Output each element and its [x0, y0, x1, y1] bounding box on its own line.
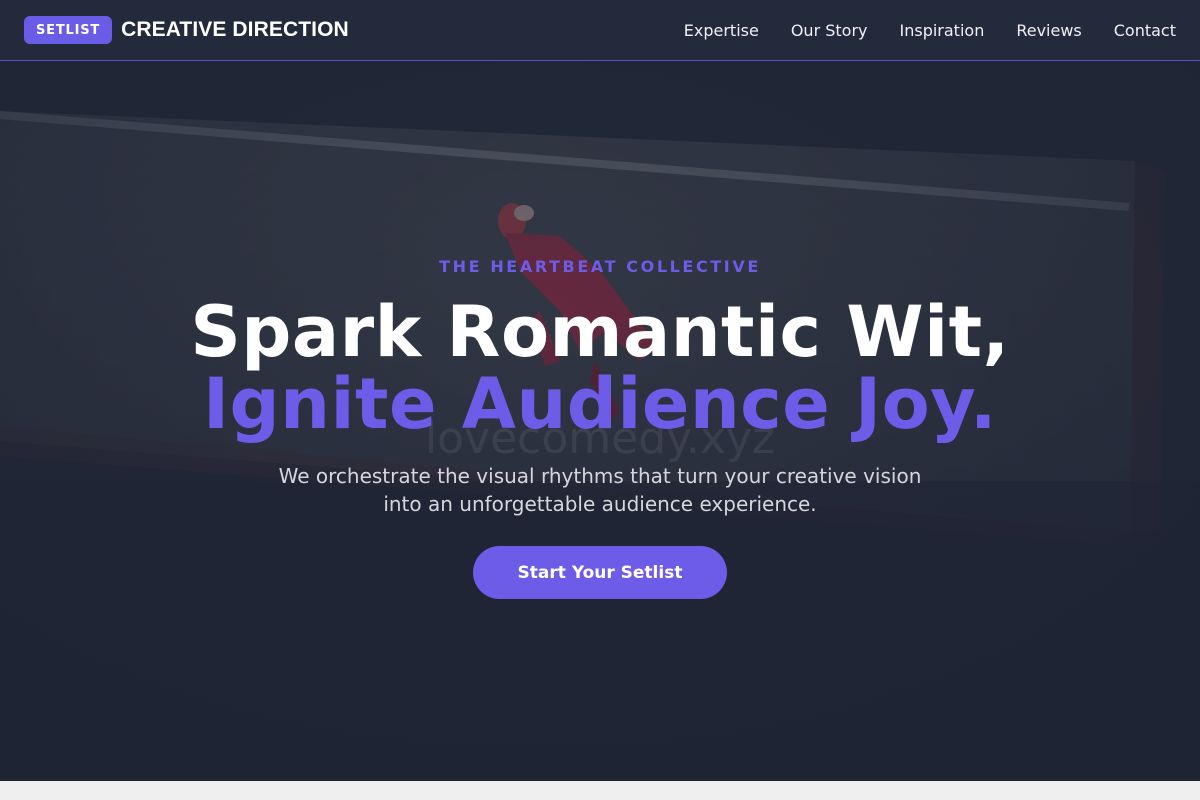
hero-headline-line1: Spark Romantic Wit,	[190, 291, 1010, 373]
nav-link-inspiration[interactable]: Inspiration	[900, 21, 985, 40]
hero-headline-line2: Ignite Audience Joy.	[203, 363, 997, 445]
nav-menu: Expertise Our Story Inspiration Reviews …	[684, 21, 1176, 40]
next-section-edge	[0, 781, 1200, 800]
hero-eyebrow: THE HEARTBEAT COLLECTIVE	[439, 257, 761, 276]
start-setlist-button[interactable]: Start Your Setlist	[473, 546, 727, 599]
nav-link-our-story[interactable]: Our Story	[791, 21, 868, 40]
hero-section: lovecomedy.xyz THE HEARTBEAT COLLECTIVE …	[0, 61, 1200, 781]
hero-subtext-line1: We orchestrate the visual rhythms that t…	[278, 464, 922, 488]
brand-badge: SETLIST	[24, 16, 113, 44]
nav-link-contact[interactable]: Contact	[1114, 21, 1176, 40]
hero-subtext: We orchestrate the visual rhythms that t…	[260, 462, 940, 518]
nav-link-expertise[interactable]: Expertise	[684, 21, 759, 40]
brand[interactable]: SETLIST CREATIVE DIRECTION	[24, 16, 349, 44]
brand-name: CREATIVE DIRECTION	[121, 18, 349, 41]
nav-link-reviews[interactable]: Reviews	[1016, 21, 1081, 40]
hero-subtext-line2: into an unforgettable audience experienc…	[383, 492, 817, 516]
hero-content: THE HEARTBEAT COLLECTIVE Spark Romantic …	[0, 61, 1200, 781]
top-nav: SETLIST CREATIVE DIRECTION Expertise Our…	[0, 0, 1200, 61]
